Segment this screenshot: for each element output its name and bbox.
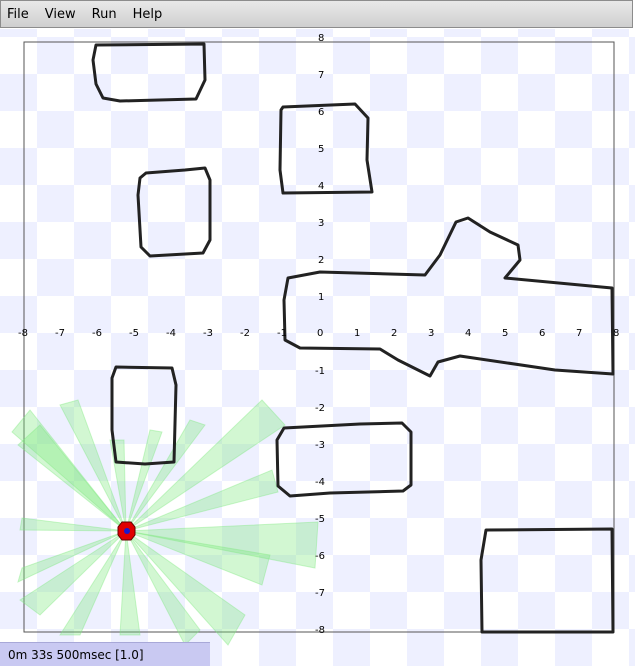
menu-view[interactable]: View	[45, 7, 76, 22]
y-tick-label: -2	[315, 403, 325, 414]
robot-center	[124, 528, 130, 534]
robot[interactable]	[117, 521, 136, 541]
y-tick-label: 4	[318, 181, 324, 192]
x-tick-label: -4	[166, 328, 176, 339]
y-tick-label: -5	[315, 514, 325, 525]
x-tick-label: -5	[129, 328, 139, 339]
menu-file[interactable]: File	[7, 7, 29, 22]
y-tick-label: 1	[318, 292, 324, 303]
menu-help[interactable]: Help	[133, 7, 163, 22]
y-tick-label: -3	[315, 440, 325, 451]
x-tick-label: 7	[576, 328, 582, 339]
x-tick-label: 5	[502, 328, 508, 339]
x-tick-label: 1	[354, 328, 360, 339]
y-tick-label: 8	[318, 33, 324, 44]
x-tick-label: -1	[277, 328, 287, 339]
y-tick-label: -8	[315, 625, 325, 636]
x-tick-label: 0	[317, 328, 323, 339]
x-tick-label: 6	[539, 328, 545, 339]
x-tick-label: -8	[18, 328, 28, 339]
world-view[interactable]: -8 -7 -6 -5 -4 -3 -2 -1 0 1 2 3 4 5 6 7 8 8 7 6 5 4 3 2 1 -1 -2 -3…	[0, 29, 635, 666]
x-tick-label: 8	[613, 328, 619, 339]
status-bar: 0m 33s 500msec [1.0]	[0, 642, 210, 666]
menu-bar: File View Run Help	[0, 0, 633, 28]
y-tick-label: 2	[318, 255, 324, 266]
menu-run[interactable]: Run	[92, 7, 117, 22]
simulation-canvas[interactable]: -8 -7 -6 -5 -4 -3 -2 -1 0 1 2 3 4 5 6 7 8 8 7 6 5 4 3 2 1 -1 -2 -3…	[0, 29, 635, 666]
y-tick-label: 6	[318, 107, 324, 118]
x-tick-label: -7	[55, 328, 65, 339]
y-tick-label: -6	[315, 551, 325, 562]
x-tick-label: -3	[203, 328, 213, 339]
y-tick-label: -1	[315, 366, 325, 377]
x-tick-label: -6	[92, 328, 102, 339]
y-tick-label: -7	[315, 588, 325, 599]
y-tick-label: 7	[318, 70, 324, 81]
x-tick-label: 2	[391, 328, 397, 339]
y-tick-label: 3	[318, 218, 324, 229]
y-tick-label: -4	[315, 477, 325, 488]
x-tick-label: -2	[240, 328, 250, 339]
x-tick-label: 3	[428, 328, 434, 339]
x-tick-label: 4	[465, 328, 471, 339]
y-tick-label: 5	[318, 144, 324, 155]
